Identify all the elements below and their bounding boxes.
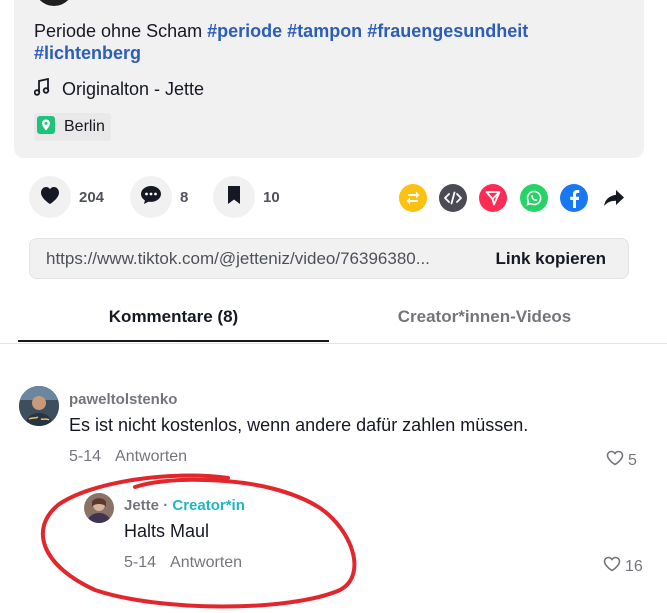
embed-icon[interactable]: [439, 184, 467, 212]
description-text: Periode ohne Scham: [34, 21, 203, 41]
reply-username-row: Jette · Creator*in: [124, 497, 245, 514]
tab-creator-videos[interactable]: Creator*innen-Videos: [329, 296, 640, 342]
location-pin-icon: [36, 115, 64, 140]
comment-bubble-icon: [140, 185, 162, 210]
reply-meta: 5-14 Antworten: [124, 554, 242, 572]
hashtag-tampon[interactable]: #tampon: [287, 21, 362, 41]
save-action[interactable]: 10: [213, 176, 280, 218]
reply-username[interactable]: Jette: [124, 497, 159, 514]
reply-text: Halts Maul: [124, 521, 210, 541]
video-url[interactable]: https://www.tiktok.com/@jetteniz/video/7…: [30, 249, 479, 269]
copy-link-button[interactable]: Link kopieren: [479, 249, 628, 269]
heart-outline-icon: [603, 556, 625, 577]
bookmark-icon: [226, 185, 242, 210]
reply-avatar[interactable]: [84, 493, 114, 523]
reply-like-count: 16: [625, 557, 643, 575]
reply-button[interactable]: Antworten: [115, 448, 187, 466]
save-button[interactable]: [213, 176, 255, 218]
comment-button[interactable]: [130, 176, 172, 218]
music-link[interactable]: Originalton - Jette: [33, 77, 205, 101]
hashtag-periode[interactable]: #periode: [207, 21, 282, 41]
reply-date: 5-14: [124, 554, 157, 571]
comment-username[interactable]: paweltolstenko: [69, 391, 177, 408]
hashtag-lichtenberg[interactable]: #lichtenberg: [34, 43, 141, 63]
comment-count: 8: [180, 188, 189, 206]
like-button[interactable]: [29, 176, 71, 218]
comment-date: 5-14: [69, 448, 102, 465]
music-title: Originalton - Jette: [62, 79, 205, 99]
save-count: 10: [263, 188, 280, 206]
separator-dot: ·: [163, 497, 169, 514]
location-chip[interactable]: Berlin: [34, 113, 111, 141]
comment-action[interactable]: 8: [130, 176, 188, 218]
heart-outline-icon: [606, 450, 628, 471]
whatsapp-icon[interactable]: [520, 184, 548, 212]
music-note-icon: [33, 77, 62, 101]
reply-reply-button[interactable]: Antworten: [170, 554, 242, 572]
comment-tabs: Kommentare (8) Creator*innen-Videos: [0, 296, 667, 344]
avatar[interactable]: [19, 386, 59, 426]
comment-like-button[interactable]: 5: [606, 450, 637, 471]
tab-comments[interactable]: Kommentare (8): [18, 296, 329, 342]
send-to-friends-icon[interactable]: [479, 184, 507, 212]
creator-badge: Creator*in: [172, 497, 245, 514]
reply-like-button[interactable]: 16: [603, 556, 643, 577]
like-count: 204: [79, 188, 105, 206]
repost-icon[interactable]: [399, 184, 427, 212]
comment-text: Es ist nicht kostenlos, wenn andere dafü…: [69, 415, 529, 435]
like-action[interactable]: 204: [29, 176, 104, 218]
location-label: Berlin: [64, 118, 105, 135]
hashtag-frauengesundheit[interactable]: #frauengesundheit: [367, 21, 528, 41]
comment-like-count: 5: [628, 451, 637, 469]
share-arrow-icon[interactable]: [600, 184, 628, 212]
facebook-icon[interactable]: [560, 184, 588, 212]
video-description: Periode ohne Scham #periode #tampon #fra…: [34, 20, 594, 64]
heart-icon: [39, 185, 61, 210]
comment-meta: 5-14 Antworten: [69, 448, 187, 466]
video-link-box: https://www.tiktok.com/@jetteniz/video/7…: [29, 238, 629, 279]
